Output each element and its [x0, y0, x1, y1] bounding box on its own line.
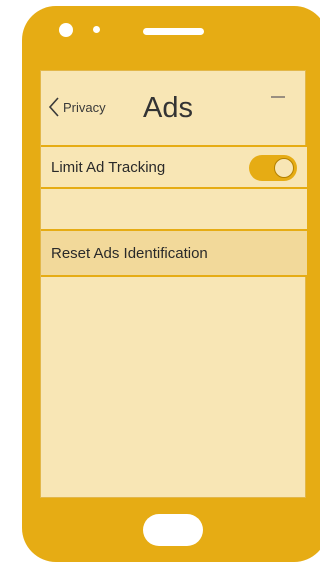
back-button[interactable]: Privacy [47, 92, 106, 122]
phone-frame: Privacy Ads Limit Ad Tracking Reset Ads … [22, 6, 320, 562]
toggle-knob [274, 158, 294, 178]
reset-ads-identification-row[interactable]: Reset Ads Identification [41, 231, 307, 277]
front-camera [59, 23, 73, 37]
home-button[interactable] [143, 514, 203, 546]
reset-ads-identification-label: Reset Ads Identification [51, 244, 208, 262]
back-button-label: Privacy [63, 99, 106, 115]
limit-ad-tracking-row: Limit Ad Tracking [41, 145, 307, 189]
page-title: Ads [143, 92, 193, 124]
limit-ad-tracking-label: Limit Ad Tracking [51, 158, 166, 176]
navigation-bar: Privacy Ads [41, 71, 305, 145]
limit-ad-tracking-toggle[interactable] [249, 155, 297, 181]
earpiece-speaker [143, 28, 204, 35]
chevron-left-icon [48, 97, 59, 117]
empty-row [41, 189, 307, 231]
sensor-dot [93, 26, 100, 33]
callout-pointer-line [271, 96, 285, 98]
screen: Privacy Ads Limit Ad Tracking Reset Ads … [40, 70, 307, 498]
